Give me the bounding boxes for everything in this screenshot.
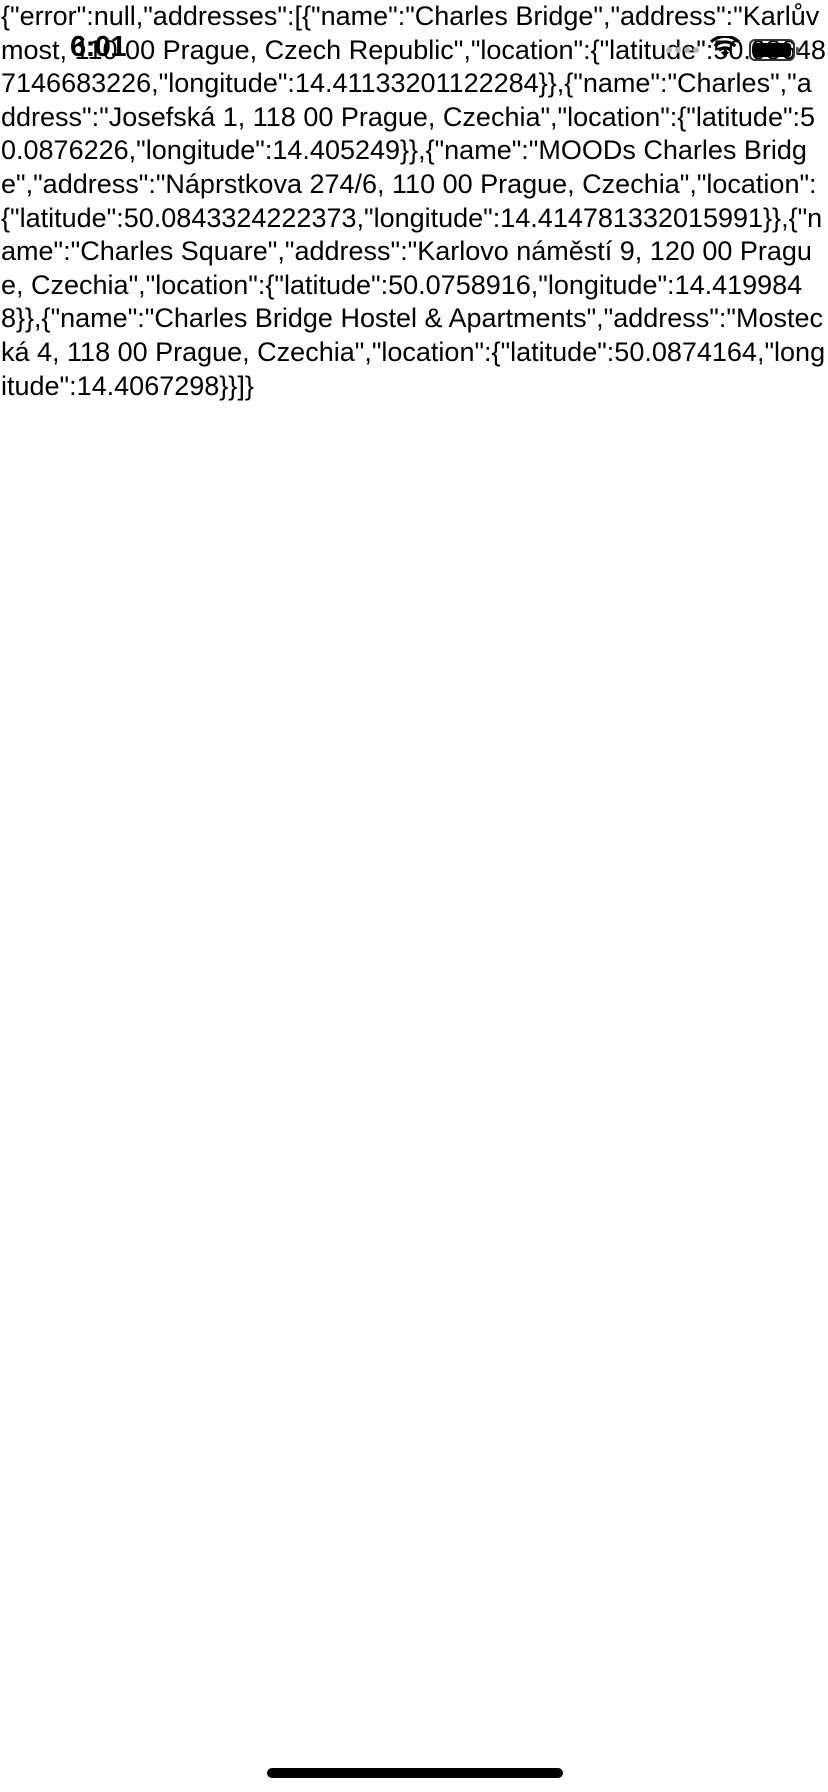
json-response-text: {"error":null,"addresses":[{"name":"Char… [1,1,826,401]
home-indicator[interactable] [267,1768,563,1778]
app-screen: {"error":null,"addresses":[{"name":"Char… [0,0,828,1792]
